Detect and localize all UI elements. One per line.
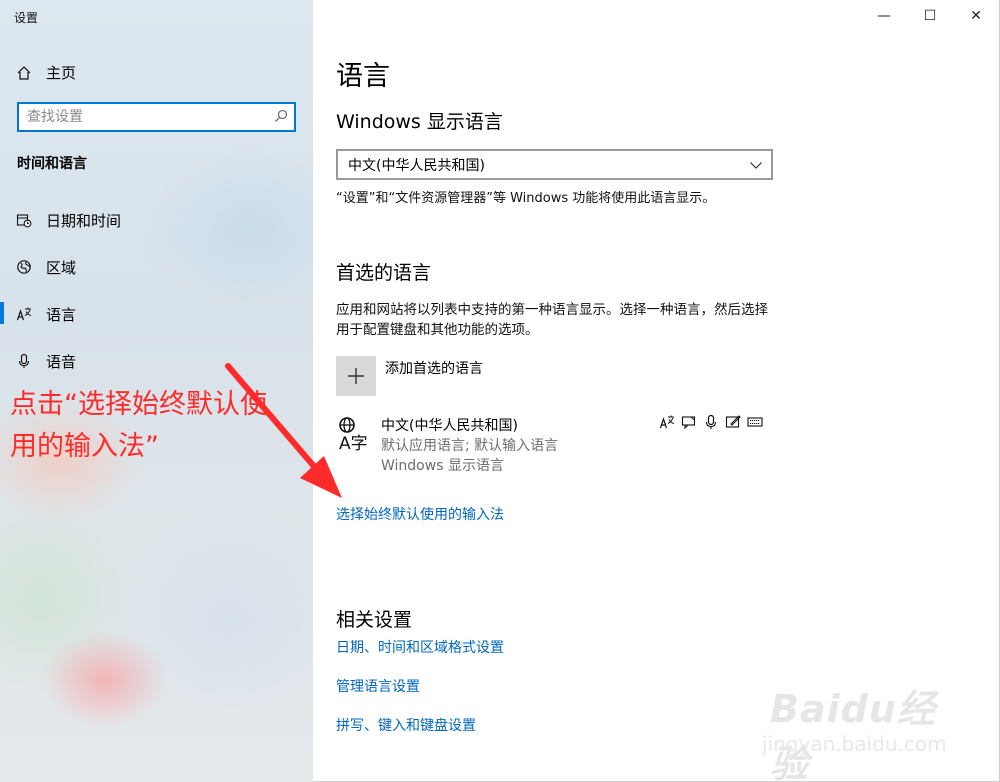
search-input[interactable] [19,104,259,130]
app-title: 设置 [14,11,39,25]
language-entry-detail: Windows 显示语言 [381,458,504,474]
add-language-button[interactable] [336,356,376,396]
search-icon[interactable] [274,109,288,123]
keyboard-feature-icon [747,414,763,430]
calendar-clock-icon [16,214,32,228]
display-language-note: “设置”和“文件资源管理器”等 Windows 功能将使用此语言显示。 [336,191,716,206]
related-link-spelling-typing-keyboard[interactable]: 拼写、键入和键盘设置 [336,715,476,735]
microphone-feature-icon [703,414,719,430]
choose-default-input-method-link[interactable]: 选择始终默认使用的输入法 [336,504,504,524]
display-language-dropdown[interactable]: 中文(中华人民共和国) [336,149,773,180]
annotation-text: 点击“选择始终默认使用的输入法” [10,389,267,462]
language-globe-icon: A字 [339,417,368,452]
display-language-heading: Windows 显示语言 [336,111,503,133]
sidebar-item-label: 主页 [46,64,77,82]
preferred-language-desc: 应用和网站将以列表中支持的第一种语言显示。选择一种语言，然后选择用于配置键盘和其… [336,302,768,338]
close-button[interactable]: ✕ [953,0,999,32]
sidebar-item-speech[interactable]: 语音 [16,349,76,373]
related-settings-heading: 相关设置 [336,609,413,631]
preferred-language-heading: 首选的语言 [336,262,432,284]
globe-region-icon [17,260,31,274]
main-content: — ☐ ✕ 语言 Windows 显示语言 中文(中华人民共和国) “设置”和“… [313,0,1000,782]
related-link-manage-language[interactable]: 管理语言设置 [336,676,420,696]
language-icon [16,307,32,321]
language-entry-detail: 默认应用语言; 默认输入语言 [381,438,559,454]
language-entry-name[interactable]: 中文(中华人民共和国) [381,415,518,435]
sidebar-item-date-time[interactable]: 日期和时间 [16,208,121,232]
microphone-icon [18,353,30,368]
display-language-feature-icon [659,414,675,430]
language-icon-text: A字 [339,434,368,452]
sidebar-item-language[interactable]: 语言 [16,302,76,326]
sidebar-item-region[interactable]: 区域 [16,255,76,279]
dropdown-value: 中文(中华人民共和国) [348,157,485,174]
handwriting-feature-icon [725,414,741,430]
home-icon [17,65,31,80]
watermark-brand: Baidu经验 [770,687,936,782]
speech-bubble-feature-icon [681,414,697,430]
baidu-watermark: Baidu经验 jingyan.baidu.com [762,678,970,782]
add-language-label[interactable]: 添加首选的语言 [385,358,483,378]
sidebar-item-label: 语言 [46,305,77,324]
watermark-site: jingyan.baidu.com [762,732,947,756]
active-indicator [0,302,4,324]
sidebar-item-label: 区域 [46,258,77,277]
related-link-date-time-region[interactable]: 日期、时间和区域格式设置 [336,637,504,657]
window-controls: — ☐ ✕ [861,0,999,32]
maximize-button[interactable]: ☐ [907,0,953,32]
page-title: 语言 [336,61,390,92]
plus-icon [348,368,364,384]
minimize-button[interactable]: — [861,0,907,32]
sidebar-section-title: 时间和语言 [17,156,87,172]
language-feature-icons [659,414,763,430]
search-box[interactable] [17,102,296,132]
sidebar-item-label: 语音 [46,352,77,371]
sidebar: 设置 主页 时间和语言 日期和时间 区域 语言 语音 点击“选择始终默认使用的输… [0,0,313,782]
chevron-down-icon [750,162,762,169]
sidebar-item-label: 日期和时间 [46,211,122,230]
sidebar-item-home[interactable]: 主页 [16,62,76,83]
